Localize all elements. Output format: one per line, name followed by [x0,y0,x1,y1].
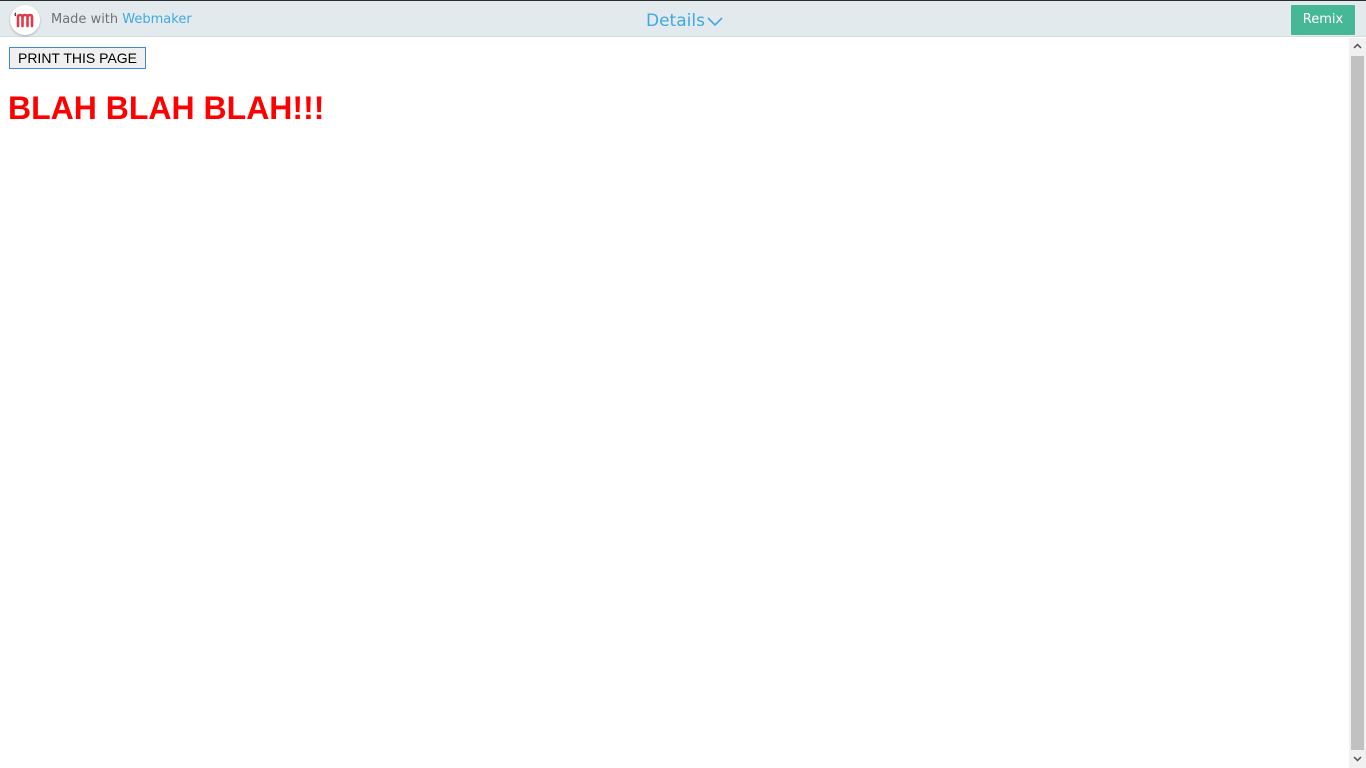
chevron-down-icon [707,17,723,27]
made-with-label: Made with [51,12,119,27]
details-label: Details [646,11,705,31]
webmaker-logo-icon[interactable] [10,5,40,35]
scroll-down-arrow-icon [1353,756,1362,762]
vertical-scrollbar[interactable] [1349,38,1366,768]
webmaker-link[interactable]: Webmaker [122,12,191,27]
webmaker-top-bar: Made with Webmaker Details Remix [0,0,1366,37]
page-headline: BLAH BLAH BLAH!!! [8,90,325,126]
details-toggle[interactable]: Details [646,11,723,31]
scroll-down-button[interactable] [1349,751,1366,768]
made-with-webmaker: Made with Webmaker [51,12,192,27]
page-content: PRINT THIS PAGE BLAH BLAH BLAH!!! [0,38,1349,768]
scroll-up-button[interactable] [1349,38,1366,55]
remix-button[interactable]: Remix [1291,5,1355,35]
print-page-button[interactable]: PRINT THIS PAGE [9,47,146,69]
scroll-up-arrow-icon [1353,43,1362,49]
scrollbar-thumb[interactable] [1351,56,1364,750]
